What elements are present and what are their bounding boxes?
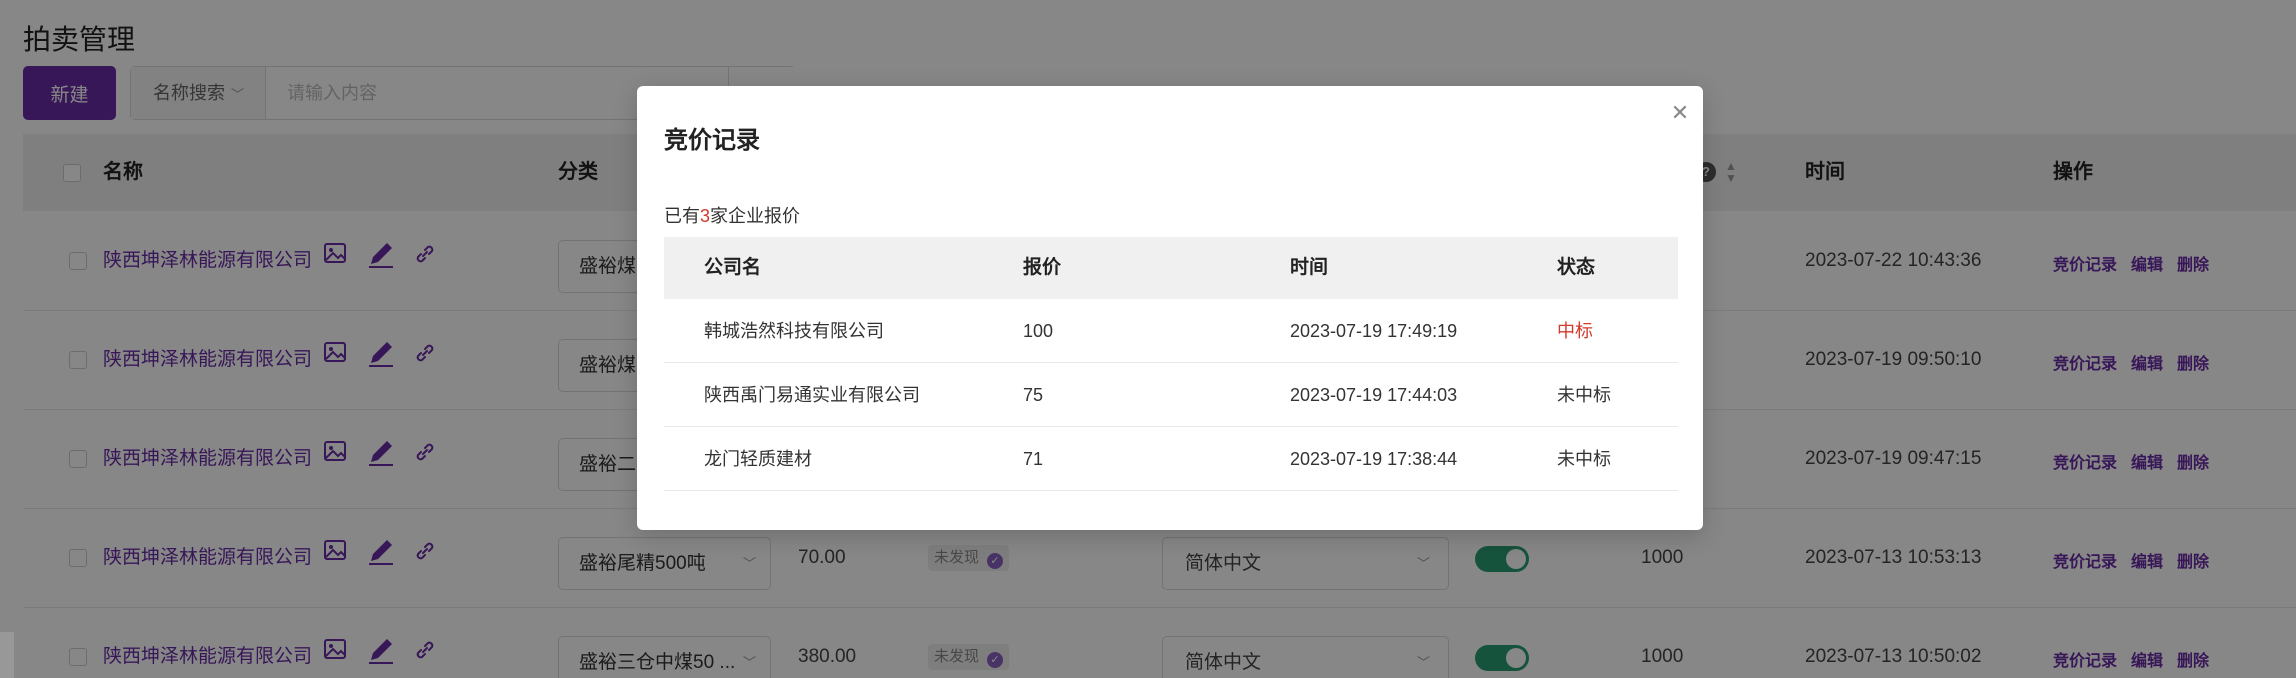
bid-time: 2023-07-19 17:38:44 bbox=[1290, 449, 1458, 469]
bid-time: 2023-07-19 17:44:03 bbox=[1290, 385, 1458, 405]
bid-price: 75 bbox=[1023, 385, 1044, 405]
bid-price: 100 bbox=[1023, 321, 1054, 341]
bid-table: 公司名 报价 时间 状态 韩城浩然科技有限公司 100 2023-07-19 1… bbox=[664, 237, 1678, 491]
bid-row: 陕西禹门易通实业有限公司 75 2023-07-19 17:44:03 未中标 bbox=[664, 363, 1678, 427]
bid-status: 中标 bbox=[1557, 321, 1593, 341]
column-price: 报价 bbox=[1023, 257, 1062, 278]
bid-row: 韩城浩然科技有限公司 100 2023-07-19 17:49:19 中标 bbox=[664, 299, 1678, 363]
column-company: 公司名 bbox=[704, 257, 762, 278]
bid-status: 未中标 bbox=[1557, 385, 1611, 405]
bid-status: 未中标 bbox=[1557, 449, 1611, 469]
bid-time: 2023-07-19 17:49:19 bbox=[1290, 321, 1458, 341]
bid-row: 龙门轻质建材 71 2023-07-19 17:38:44 未中标 bbox=[664, 427, 1678, 491]
bid-summary: 已有3家企业报价 bbox=[664, 202, 800, 228]
bid-company: 韩城浩然科技有限公司 bbox=[704, 321, 884, 341]
left-edge-strip bbox=[0, 632, 14, 678]
bid-record-modal: 竞价记录 ✕ 已有3家企业报价 公司名 报价 时间 状态 韩城浩然科技有限公司 … bbox=[637, 86, 1703, 530]
modal-title: 竞价记录 bbox=[664, 127, 760, 154]
summary-prefix: 已有 bbox=[664, 206, 700, 226]
summary-count: 3 bbox=[700, 206, 711, 226]
bid-company: 陕西禹门易通实业有限公司 bbox=[704, 385, 920, 405]
summary-suffix: 家企业报价 bbox=[710, 206, 801, 226]
bid-table-header: 公司名 报价 时间 状态 bbox=[664, 237, 1678, 299]
column-status: 状态 bbox=[1557, 257, 1596, 278]
bid-price: 71 bbox=[1023, 449, 1044, 469]
close-icon[interactable]: ✕ bbox=[1667, 100, 1693, 126]
bid-company: 龙门轻质建材 bbox=[704, 449, 812, 469]
column-time: 时间 bbox=[1290, 257, 1329, 278]
